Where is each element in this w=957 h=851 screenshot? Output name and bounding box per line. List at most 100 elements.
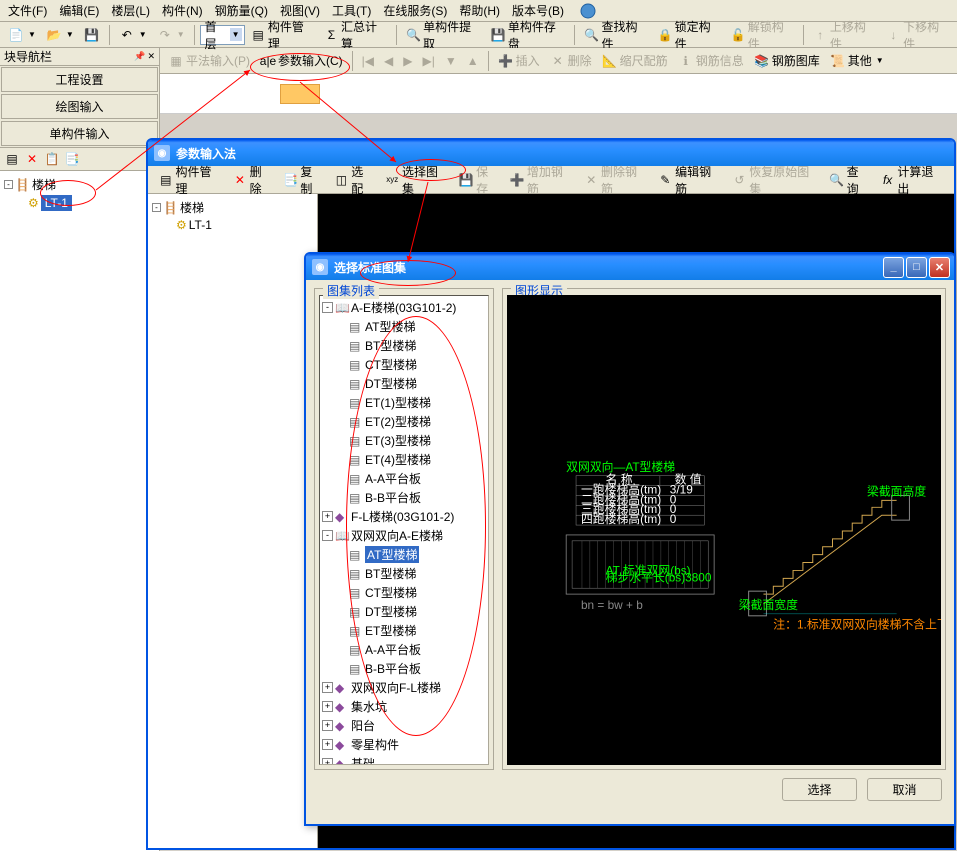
inner-tree-lt1[interactable]: ⚙ LT-1 <box>176 217 313 233</box>
atlas-tree-item-20[interactable]: +◆双网双向F-L楼梯 <box>322 678 486 697</box>
inner-atlas-button[interactable]: xyz选择图集 <box>380 169 452 191</box>
inner-manage-button[interactable]: ▤构件管理 <box>154 169 226 191</box>
atlas-tree-item-12[interactable]: -📖双网双向A-E楼梯 <box>322 526 486 545</box>
copy-icon[interactable]: 📑 <box>64 151 80 167</box>
nav-last-button[interactable]: ▶| <box>419 50 439 72</box>
expand-icon[interactable]: + <box>322 758 333 765</box>
redo-button[interactable]: ↷▼ <box>153 24 189 46</box>
menu-component[interactable]: 构件(N) <box>156 0 209 21</box>
summary-button[interactable]: Σ汇总计算 <box>320 24 391 46</box>
atlas-tree-item-24[interactable]: +◆基础 <box>322 754 486 765</box>
param-input-button[interactable]: a|e参数输入(C) <box>256 50 347 72</box>
expand-icon[interactable]: - <box>322 302 333 313</box>
atlas-tree-item-21[interactable]: +◆集水坑 <box>322 697 486 716</box>
filter-icon[interactable]: ▤ <box>4 151 20 167</box>
inner-copy-button[interactable]: 📑复制 <box>279 169 328 191</box>
delete-icon[interactable]: ✕ <box>24 151 40 167</box>
atlas-tree-item-7[interactable]: ▤ET(3)型楼梯 <box>336 431 486 450</box>
inner-delete-button[interactable]: ✕删除 <box>228 169 277 191</box>
unlock-component-button[interactable]: 🔓解锁构件 <box>726 24 797 46</box>
menu-floor[interactable]: 楼层(L) <box>105 0 156 21</box>
inner-add-rebar-button[interactable]: ➕增加钢筋 <box>505 169 577 191</box>
expand-icon[interactable]: - <box>152 203 161 212</box>
sidebar-tab-project[interactable]: 工程设置 <box>1 67 158 92</box>
new-button[interactable]: 📄▼ <box>4 24 40 46</box>
expand-icon[interactable]: + <box>322 720 333 731</box>
menu-file[interactable]: 文件(F) <box>2 0 53 21</box>
atlas-tree-item-18[interactable]: ▤A-A平台板 <box>336 640 486 659</box>
atlas-tree-item-13[interactable]: ▤AT型楼梯 <box>336 545 486 564</box>
atlas-tree-item-22[interactable]: +◆阳台 <box>322 716 486 735</box>
inner-select-button[interactable]: ◫选配 <box>330 169 379 191</box>
atlas-tree-item-11[interactable]: +◆F-L楼梯(03G101-2) <box>322 507 486 526</box>
inner-save-button[interactable]: 💾保存 <box>455 169 504 191</box>
nav-prev-button[interactable]: ◀ <box>380 50 397 72</box>
rebar-lib-button[interactable]: 📚钢筋图库 <box>750 50 824 72</box>
move-up-button[interactable]: ↑上移构件 <box>809 24 880 46</box>
dialog-titlebar[interactable]: ◉ 选择标准图集 _ □ ✕ <box>306 254 954 280</box>
inner-calc-exit-button[interactable]: fx计算退出 <box>876 169 948 191</box>
open-button[interactable]: 📂▼ <box>42 24 78 46</box>
rebar-info-button[interactable]: ℹ钢筋信息 <box>674 50 748 72</box>
atlas-tree-item-19[interactable]: ▤B-B平台板 <box>336 659 486 678</box>
atlas-tree-item-0[interactable]: -📖A-E楼梯(03G101-2) <box>322 298 486 317</box>
find-component-button[interactable]: 🔍查找构件 <box>580 24 651 46</box>
active-cell[interactable] <box>280 84 320 104</box>
atlas-tree-item-4[interactable]: ▤DT型楼梯 <box>336 374 486 393</box>
atlas-tree-item-14[interactable]: ▤BT型楼梯 <box>336 564 486 583</box>
inner-query-button[interactable]: 🔍查询 <box>825 169 874 191</box>
atlas-tree-item-15[interactable]: ▤CT型楼梯 <box>336 583 486 602</box>
atlas-tree-item-10[interactable]: ▤B-B平台板 <box>336 488 486 507</box>
nav-first-button[interactable]: |◀ <box>358 50 378 72</box>
expand-icon[interactable]: - <box>322 530 333 541</box>
nav-down-button[interactable]: ▼ <box>441 50 461 72</box>
sidebar-tab-single[interactable]: 单构件输入 <box>1 121 158 146</box>
other-button[interactable]: 📜其他▼ <box>826 50 888 72</box>
menu-edit[interactable]: 编辑(E) <box>53 0 105 21</box>
inner-edit-rebar-button[interactable]: ✎编辑钢筋 <box>654 169 726 191</box>
preview-canvas[interactable]: 双网双向—AT型楼梯 名 称 数 值 一跑楼梯高(tm) 3/19 二跑楼梯高(… <box>507 295 941 765</box>
atlas-tree-item-23[interactable]: +◆零星构件 <box>322 735 486 754</box>
lock-component-button[interactable]: 🔒锁定构件 <box>653 24 724 46</box>
expand-icon[interactable]: - <box>4 180 13 189</box>
atlas-tree-item-3[interactable]: ▤CT型楼梯 <box>336 355 486 374</box>
close-sidebar-icon[interactable]: ✕ <box>147 51 155 62</box>
expand-icon[interactable]: + <box>322 739 333 750</box>
inner-tree-stairs[interactable]: - 🪜 楼梯 <box>152 198 313 217</box>
close-button[interactable]: ✕ <box>929 257 950 278</box>
single-extract-button[interactable]: 🔍单构件提取 <box>402 24 485 46</box>
move-down-button[interactable]: ↓下移构件 <box>882 24 953 46</box>
component-manage-button[interactable]: ▤构件管理 <box>247 24 318 46</box>
delete-row-button[interactable]: ✕删除 <box>546 50 596 72</box>
expand-icon[interactable]: + <box>322 511 333 522</box>
minimize-button[interactable]: _ <box>883 257 904 278</box>
tree-node-lt1[interactable]: ⚙ LT-1 <box>28 194 155 212</box>
plane-input-button[interactable]: ▦平法输入(P) <box>164 50 254 72</box>
dialog-select-button[interactable]: 选择 <box>782 778 857 801</box>
nav-up-button[interactable]: ▲ <box>463 50 483 72</box>
atlas-tree-item-5[interactable]: ▤ET(1)型楼梯 <box>336 393 486 412</box>
atlas-tree-item-8[interactable]: ▤ET(4)型楼梯 <box>336 450 486 469</box>
undo-button[interactable]: ↶▼ <box>115 24 151 46</box>
atlas-tree-item-1[interactable]: ▤AT型楼梯 <box>336 317 486 336</box>
inner-delete-rebar-button[interactable]: ✕删除钢筋 <box>579 169 651 191</box>
ruler-button[interactable]: 📐缩尺配筋 <box>598 50 672 72</box>
atlas-tree-item-9[interactable]: ▤A-A平台板 <box>336 469 486 488</box>
inner-restore-button[interactable]: ↺恢复原始图集 <box>728 169 823 191</box>
expand-icon[interactable]: + <box>322 701 333 712</box>
atlas-tree-item-16[interactable]: ▤DT型楼梯 <box>336 602 486 621</box>
atlas-tree-item-2[interactable]: ▤BT型楼梯 <box>336 336 486 355</box>
maximize-button[interactable]: □ <box>906 257 927 278</box>
dialog-cancel-button[interactable]: 取消 <box>867 778 942 801</box>
tree-node-stairs[interactable]: - 🪜 楼梯 <box>4 175 155 194</box>
atlas-tree-item-6[interactable]: ▤ET(2)型楼梯 <box>336 412 486 431</box>
nav-next-button[interactable]: ▶ <box>399 50 416 72</box>
atlas-tree[interactable]: -📖A-E楼梯(03G101-2)▤AT型楼梯▤BT型楼梯▤CT型楼梯▤DT型楼… <box>319 295 489 765</box>
single-save-button[interactable]: 💾单构件存盘 <box>487 24 570 46</box>
expand-icon[interactable]: + <box>322 682 333 693</box>
paste-icon[interactable]: 📋 <box>44 151 60 167</box>
save-button[interactable]: 💾 <box>80 24 104 46</box>
insert-button[interactable]: ➕插入 <box>494 50 544 72</box>
sidebar-tab-draw[interactable]: 绘图输入 <box>1 94 158 119</box>
atlas-tree-item-17[interactable]: ▤ET型楼梯 <box>336 621 486 640</box>
